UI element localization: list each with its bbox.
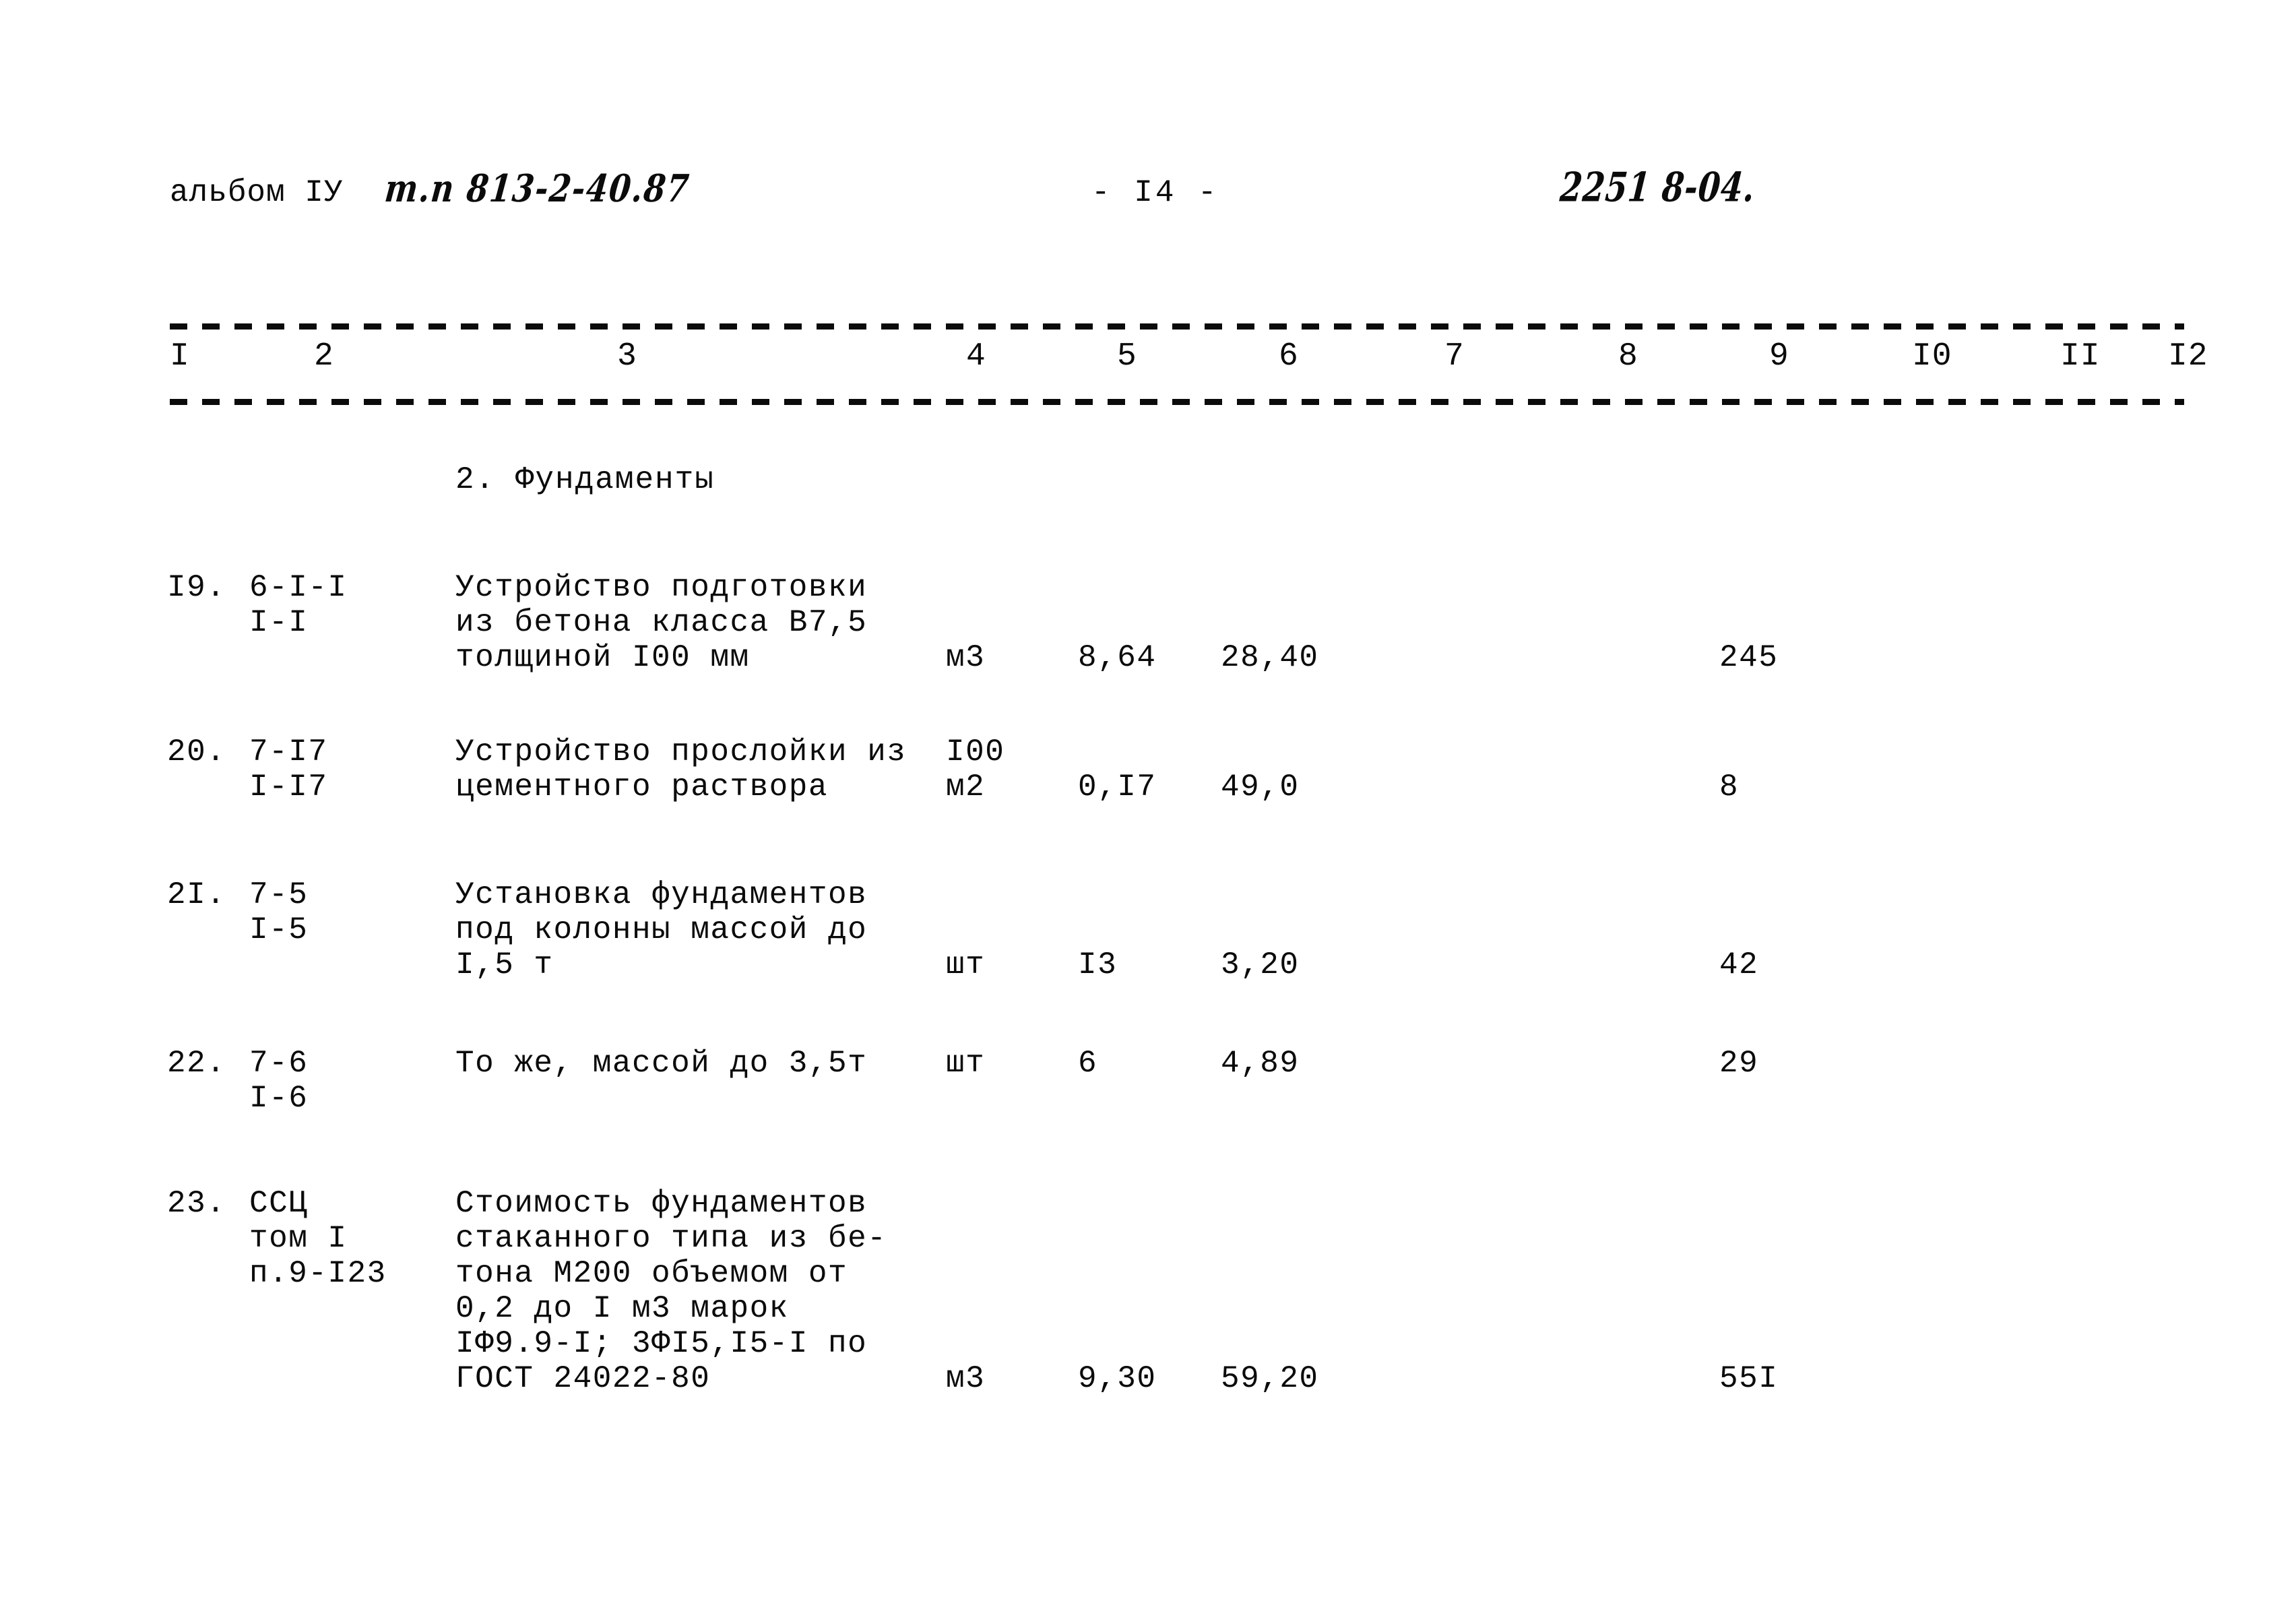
row-code-line-2: I-I — [249, 605, 309, 640]
row-desc-line-2: под колонны массой до — [455, 912, 868, 947]
row-desc-line-3: тона М200 объемом от — [455, 1256, 848, 1291]
row-unit-price: 59,20 — [1221, 1361, 1319, 1396]
row-desc-line-6: ГОСТ 24022-80 — [455, 1361, 711, 1396]
row-desc-line-1: То же, массой до 3,5т — [455, 1046, 868, 1081]
row-unit-price: 3,20 — [1221, 947, 1300, 982]
scanned-document-page: альбом IУ т.п 813-2-40.87 - I4 - 2251 8-… — [0, 0, 2296, 1597]
row-desc-line-3: толщиной I00 мм — [455, 640, 750, 675]
row-unit-price: 28,40 — [1221, 640, 1319, 675]
row-desc-line-2: из бетона класса В7,5 — [455, 605, 868, 640]
row-quantity: 8,64 — [1078, 640, 1157, 675]
row-desc-line-1: Устройство прослойки из — [455, 734, 907, 770]
row-code-line-2: I-5 — [249, 912, 309, 947]
row-desc-line-2: цементного раствора — [455, 770, 828, 805]
row-desc-line-5: IФ9.9-I; 3ФI5,I5-I по — [455, 1326, 868, 1361]
row-total: 8 — [1719, 770, 1740, 805]
row-total: 55I — [1719, 1361, 1779, 1396]
section-title: 2. Фундаменты — [455, 462, 715, 497]
row-number: 23. — [167, 1186, 226, 1221]
row-desc-line-3: I,5 т — [455, 947, 554, 982]
row-desc-overflow: I00 — [946, 734, 1005, 770]
row-total: 29 — [1719, 1046, 1759, 1081]
row-code-line-1: 7-6 — [249, 1046, 309, 1081]
row-desc-line-4: 0,2 до I м3 марок — [455, 1291, 789, 1326]
row-unit: м3 — [946, 1361, 986, 1396]
row-desc-line-1: Установка фундаментов — [455, 877, 868, 912]
row-number: 22. — [167, 1046, 226, 1081]
row-number: I9. — [167, 570, 226, 605]
row-unit-price: 4,89 — [1221, 1046, 1300, 1081]
row-code-line-1: 7-5 — [249, 877, 309, 912]
row-number: 20. — [167, 734, 226, 770]
row-total: 42 — [1719, 947, 1759, 982]
row-code-line-2: I-I7 — [249, 770, 328, 805]
row-desc-line-1: Устройство подготовки — [455, 570, 868, 605]
row-code-line-2: том I — [249, 1221, 348, 1256]
row-quantity: 0,I7 — [1078, 770, 1157, 805]
row-total: 245 — [1719, 640, 1779, 675]
row-code-line-1: 6-I-I — [249, 570, 348, 605]
row-code-line-3: п.9-I23 — [249, 1256, 387, 1291]
table-body: 2. Фундаменты I9. 6-I-I I-I Устройство п… — [0, 0, 2296, 1597]
row-unit: шт — [946, 1046, 986, 1081]
row-quantity: I3 — [1078, 947, 1118, 982]
row-quantity: 9,30 — [1078, 1361, 1157, 1396]
row-unit-price: 49,0 — [1221, 770, 1300, 805]
row-unit: м2 — [946, 770, 986, 805]
row-number: 2I. — [167, 877, 226, 912]
row-code-line-1: ССЦ — [249, 1186, 309, 1221]
row-unit: м3 — [946, 640, 986, 675]
row-quantity: 6 — [1078, 1046, 1098, 1081]
row-desc-line-2: стаканного типа из бе- — [455, 1221, 887, 1256]
row-unit: шт — [946, 947, 986, 982]
row-desc-line-1: Стоимость фундаментов — [455, 1186, 868, 1221]
row-code-line-2: I-6 — [249, 1081, 309, 1116]
row-code-line-1: 7-I7 — [249, 734, 328, 770]
